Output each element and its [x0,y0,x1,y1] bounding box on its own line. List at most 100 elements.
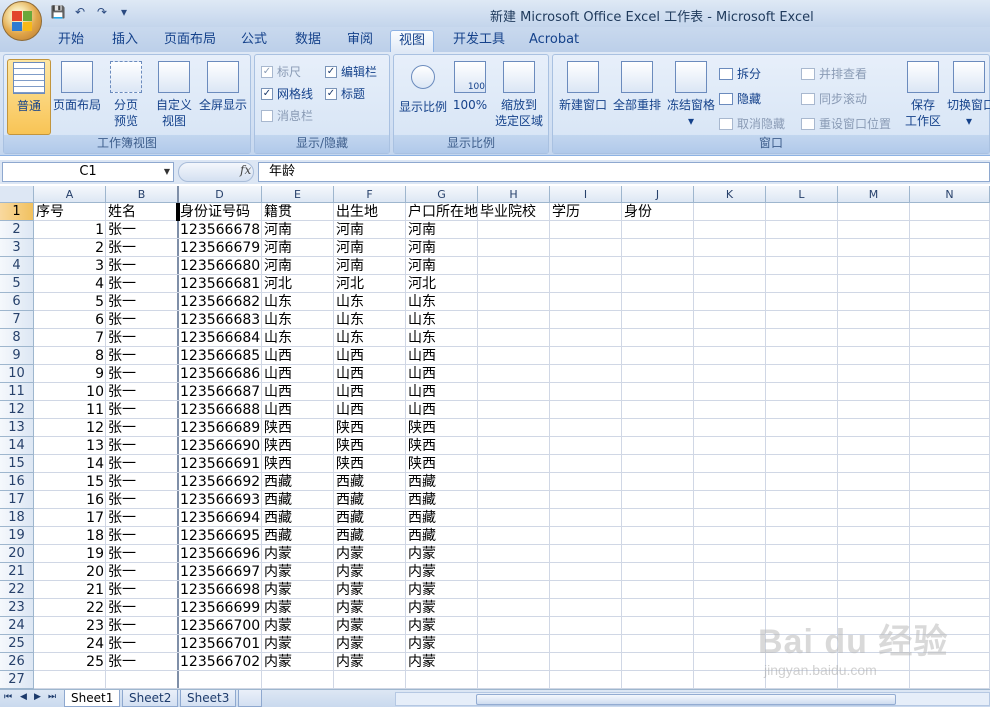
table-cell[interactable]: 张一 [106,365,178,383]
table-cell[interactable]: 内蒙 [334,653,406,671]
row-header[interactable]: 22 [0,581,34,599]
sheet-tab-sheet3[interactable]: Sheet3 [180,690,237,707]
view-side-by-side-button[interactable]: 并排查看 [801,65,867,82]
table-cell[interactable]: 张一 [106,383,178,401]
row-header[interactable]: 24 [0,617,34,635]
table-cell[interactable]: 张一 [106,401,178,419]
table-cell[interactable]: 123566682 [178,293,262,311]
table-cell[interactable]: 张一 [106,437,178,455]
column-header[interactable]: L [766,186,838,203]
table-cell[interactable]: 出生地 [334,203,406,221]
row-header[interactable]: 25 [0,635,34,653]
row-header[interactable]: 15 [0,455,34,473]
sheet-tab-sheet1[interactable]: Sheet1 [64,690,121,707]
table-cell[interactable]: 123566680 [178,257,262,275]
table-cell[interactable]: 内蒙 [334,617,406,635]
table-cell[interactable]: 山西 [406,401,478,419]
prev-sheet-icon[interactable]: ◀ [20,692,27,702]
sync-scrolling-button[interactable]: 同步滚动 [801,90,867,107]
table-cell[interactable]: 张一 [106,329,178,347]
table-cell[interactable]: 1 [34,221,106,239]
table-cell[interactable]: 123566702 [178,653,262,671]
column-header[interactable]: G [406,186,478,203]
table-cell[interactable]: 123566692 [178,473,262,491]
table-cell[interactable]: 学历 [550,203,622,221]
table-cell[interactable]: 户口所在地 [406,203,478,221]
table-cell[interactable]: 身份证号码 [178,203,262,221]
gridlines-checkbox[interactable]: ✓ 网格线 [261,85,313,102]
formula-input[interactable]: 年龄 [258,162,990,182]
redo-icon[interactable]: ↷ [94,5,110,19]
new-window-button[interactable]: 新建窗口 [557,59,609,135]
row-header[interactable]: 2 [0,221,34,239]
table-cell[interactable]: 张一 [106,275,178,293]
table-cell[interactable]: 陕西 [334,437,406,455]
insert-sheet-icon[interactable] [238,690,262,707]
table-cell[interactable]: 山西 [334,347,406,365]
table-cell[interactable]: 内蒙 [406,545,478,563]
table-cell[interactable]: 15 [34,473,106,491]
table-cell[interactable]: 张一 [106,347,178,365]
save-workspace-button[interactable]: 保存 工作区 [901,59,945,135]
table-cell[interactable]: 河南 [406,257,478,275]
table-cell[interactable]: 10 [34,383,106,401]
table-cell[interactable]: 籍贯 [262,203,334,221]
table-cell[interactable]: 西藏 [406,491,478,509]
table-cell[interactable]: 内蒙 [262,635,334,653]
table-cell[interactable]: 山西 [262,401,334,419]
table-cell[interactable]: 山东 [334,311,406,329]
table-cell[interactable]: 张一 [106,527,178,545]
table-cell[interactable]: 123566691 [178,455,262,473]
save-icon[interactable]: 💾 [50,5,66,19]
table-cell[interactable]: 123566700 [178,617,262,635]
next-sheet-icon[interactable]: ▶ [34,692,41,702]
column-header[interactable]: D [178,186,262,203]
table-cell[interactable]: 内蒙 [262,599,334,617]
worksheet-grid[interactable]: A B D E F G H I J K L M N 1 2 3 4 5 6 7 8 9 10 11 12 13 14 15 16 17 18… [0,186,990,689]
table-cell[interactable]: 123566686 [178,365,262,383]
row-header[interactable]: 26 [0,653,34,671]
row-header[interactable]: 3 [0,239,34,257]
arrange-all-button[interactable]: 全部重排 [611,59,663,135]
table-cell[interactable]: 123566683 [178,311,262,329]
table-cell[interactable]: 河南 [262,257,334,275]
column-header[interactable]: A [34,186,106,203]
table-cell[interactable]: 11 [34,401,106,419]
tab-insert[interactable]: 插入 [104,30,146,52]
full-screen-button[interactable]: 全屏显示 [198,59,248,135]
freeze-panes-button[interactable]: 冻结窗格 ▾ [665,59,717,135]
first-sheet-icon[interactable]: ⏮ [4,692,12,702]
table-cell[interactable]: 西藏 [334,491,406,509]
table-cell[interactable]: 陕西 [406,455,478,473]
tab-view[interactable]: 视图 [390,30,435,52]
table-cell[interactable]: 17 [34,509,106,527]
table-cell[interactable]: 16 [34,491,106,509]
split-button[interactable]: 拆分 [719,65,761,82]
table-cell[interactable]: 9 [34,365,106,383]
table-cell[interactable]: 张一 [106,563,178,581]
column-header[interactable]: J [622,186,694,203]
table-cell[interactable]: 21 [34,581,106,599]
table-cell[interactable]: 123566697 [178,563,262,581]
zoom-100-button[interactable]: 100 100% [450,59,490,135]
table-cell[interactable]: 张一 [106,509,178,527]
table-cell[interactable]: 河南 [406,221,478,239]
zoom-to-selection-button[interactable]: 缩放到 选定区域 [492,59,546,135]
column-header[interactable]: I [550,186,622,203]
chevron-down-icon[interactable]: ▼ [164,163,170,181]
tab-page-layout[interactable]: 页面布局 [156,30,224,52]
table-cell[interactable]: 123566678 [178,221,262,239]
table-cell[interactable]: 山西 [406,365,478,383]
row-header[interactable]: 12 [0,401,34,419]
ruler-checkbox[interactable]: ✓ 标尺 [261,63,301,80]
table-cell[interactable]: 123566679 [178,239,262,257]
table-cell[interactable]: 123566690 [178,437,262,455]
table-cell[interactable]: 张一 [106,293,178,311]
table-cell[interactable]: 张一 [106,635,178,653]
table-cell[interactable]: 西藏 [262,509,334,527]
horizontal-scrollbar[interactable] [395,692,990,706]
table-cell[interactable]: 陕西 [334,419,406,437]
table-cell[interactable]: 内蒙 [334,581,406,599]
normal-view-button[interactable]: 普通 [7,59,51,135]
table-cell[interactable]: 山东 [262,293,334,311]
